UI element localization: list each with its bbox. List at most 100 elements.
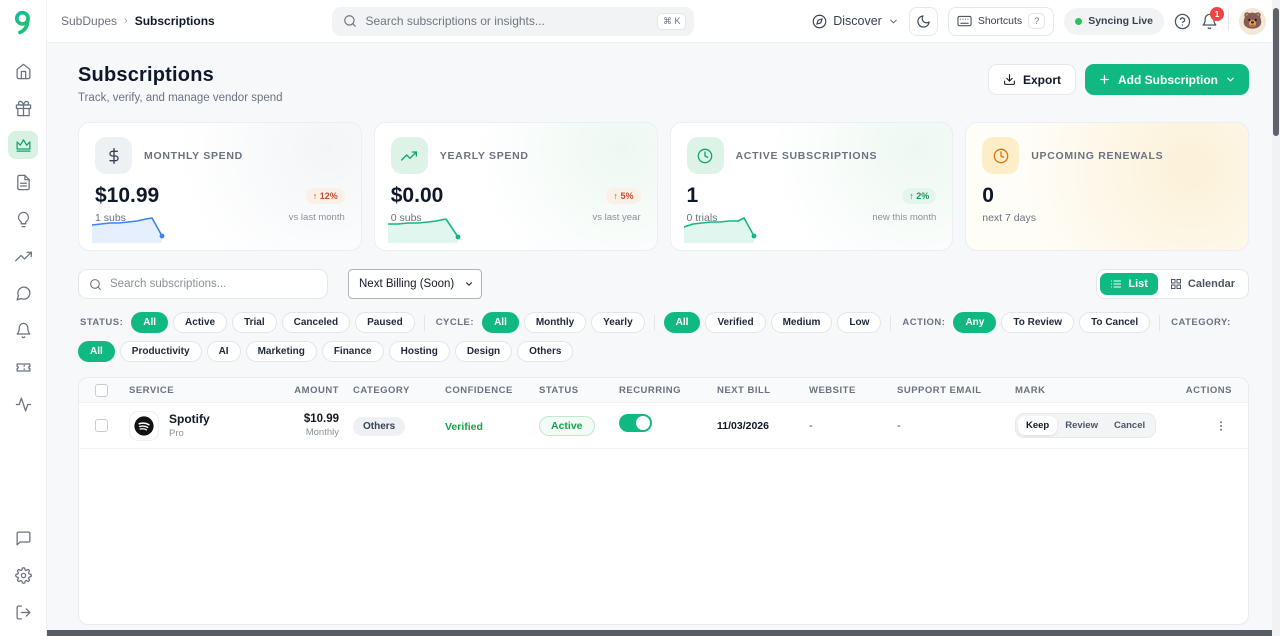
mark-cancel-button[interactable]: Cancel (1106, 416, 1153, 435)
lightbulb-icon[interactable] (8, 205, 38, 233)
column-service[interactable]: SERVICE (129, 385, 277, 396)
filter-group-divider (654, 315, 655, 331)
mark-keep-button[interactable]: Keep (1018, 416, 1057, 435)
logout-icon[interactable] (8, 598, 38, 626)
column-status[interactable]: STATUS (539, 385, 619, 396)
sort-select[interactable]: Next Billing (Soon) (348, 269, 482, 299)
gift-icon[interactable] (8, 94, 38, 122)
activity-icon[interactable] (8, 390, 38, 418)
breadcrumb-separator: › (124, 15, 128, 27)
help-button[interactable] (1174, 13, 1191, 30)
dark-mode-toggle[interactable] (909, 7, 938, 36)
row-cycle: Monthly (277, 427, 339, 438)
plus-icon (1098, 73, 1111, 86)
column-next-bill[interactable]: NEXT BILL (717, 385, 809, 396)
breadcrumb-app[interactable]: SubDupes (61, 14, 117, 28)
filter-chip-all[interactable]: All (664, 312, 701, 333)
filter-chip-monthly[interactable]: Monthly (524, 312, 586, 333)
trending-up-icon[interactable] (8, 242, 38, 270)
clock-icon (687, 137, 724, 174)
select-all-checkbox[interactable] (95, 384, 108, 397)
view-list-button[interactable]: List (1100, 273, 1158, 295)
view-list-label: List (1128, 278, 1148, 290)
export-button[interactable]: Export (988, 64, 1076, 95)
column-support-email[interactable]: SUPPORT EMAIL (897, 385, 1015, 396)
row-checkbox[interactable] (95, 419, 108, 432)
filter-chip-to-cancel[interactable]: To Cancel (1079, 312, 1150, 333)
filter-chip-paused[interactable]: Paused (355, 312, 415, 333)
settings-icon[interactable] (8, 561, 38, 589)
filter-chip-canceled[interactable]: Canceled (282, 312, 350, 333)
global-search[interactable]: ⌘ K (332, 7, 694, 36)
page-subtitle: Track, verify, and manage vendor spend (78, 92, 283, 104)
filter-chip-low[interactable]: Low (837, 312, 881, 333)
filter-chip-all[interactable]: All (131, 312, 168, 333)
mark-review-button[interactable]: Review (1057, 416, 1106, 435)
row-category-badge[interactable]: Others (353, 417, 405, 436)
stat-card-yearly-spend: YEARLY SPEND $0.00 ↑ 5% 0 subs vs last y… (374, 122, 658, 251)
feedback-icon[interactable] (8, 524, 38, 552)
column-amount[interactable]: AMOUNT (277, 385, 339, 396)
bell-icon[interactable] (8, 316, 38, 344)
ticket-icon[interactable] (8, 353, 38, 381)
subscription-search[interactable] (78, 269, 328, 299)
stat-label: YEARLY SPEND (440, 150, 529, 162)
search-shortcut-badge: ⌘ K (657, 13, 687, 30)
stat-change-badge: ↑ 5% (606, 188, 640, 204)
keyboard-icon (957, 15, 972, 27)
row-support-email: - (897, 420, 1015, 432)
discover-button[interactable]: Discover (812, 14, 899, 29)
service-name[interactable]: Spotify (169, 412, 210, 426)
filter-chip-hosting[interactable]: Hosting (389, 341, 450, 362)
column-category[interactable]: CATEGORY (339, 385, 431, 396)
subscription-search-input[interactable] (110, 278, 317, 290)
column-actions[interactable]: ACTIONS (1185, 385, 1232, 396)
global-search-input[interactable] (365, 14, 648, 28)
dollar-icon (95, 137, 132, 174)
row-more-actions-button[interactable] (1185, 419, 1232, 433)
user-avatar[interactable]: 🐻 (1239, 8, 1266, 35)
filter-chip-trial[interactable]: Trial (232, 312, 277, 333)
filter-group-divider (424, 315, 425, 331)
filter-chip-any[interactable]: Any (953, 312, 996, 333)
column-mark[interactable]: MARK (1015, 385, 1185, 396)
filter-chip-productivity[interactable]: Productivity (120, 341, 202, 362)
vertical-scrollbar-thumb[interactable] (1273, 8, 1279, 136)
recurring-toggle[interactable] (619, 414, 652, 432)
filter-chip-ai[interactable]: AI (207, 341, 241, 362)
column-recurring[interactable]: RECURRING (619, 385, 717, 396)
home-icon[interactable] (8, 57, 38, 85)
filter-chip-verified[interactable]: Verified (705, 312, 765, 333)
crown-icon[interactable] (8, 131, 38, 159)
moon-icon (916, 14, 931, 29)
filter-chip-medium[interactable]: Medium (771, 312, 833, 333)
filter-chip-all[interactable]: All (482, 312, 519, 333)
filter-chip-finance[interactable]: Finance (322, 341, 384, 362)
view-calendar-button[interactable]: Calendar (1160, 273, 1245, 295)
filter-chip-yearly[interactable]: Yearly (591, 312, 644, 333)
filter-chip-all[interactable]: All (78, 341, 115, 362)
document-icon[interactable] (8, 168, 38, 196)
column-website[interactable]: WEBSITE (809, 385, 897, 396)
discover-label: Discover (833, 14, 882, 28)
filter-chip-active[interactable]: Active (173, 312, 227, 333)
spotify-logo-icon (129, 411, 159, 441)
stat-label: UPCOMING RENEWALS (1031, 150, 1163, 162)
table-row: Spotify Pro $10.99 Monthly Others Verifi… (79, 403, 1248, 449)
filter-chip-design[interactable]: Design (455, 341, 512, 362)
subdupes-logo[interactable] (10, 9, 36, 35)
syncing-dot (1075, 18, 1082, 25)
app-window: SubDupes › Subscriptions ⌘ K Discover (0, 0, 1280, 636)
chat-icon[interactable] (8, 279, 38, 307)
filter-chip-to-review[interactable]: To Review (1001, 312, 1074, 333)
table-header: SERVICE AMOUNT CATEGORY CONFIDENCE STATU… (79, 378, 1248, 403)
notifications-button[interactable]: 1 (1201, 13, 1218, 30)
stat-note: vs last month (289, 212, 345, 224)
filter-chip-marketing[interactable]: Marketing (246, 341, 317, 362)
horizontal-scrollbar-thumb[interactable] (47, 630, 1272, 636)
add-subscription-button[interactable]: Add Subscription (1085, 64, 1249, 95)
column-confidence[interactable]: CONFIDENCE (431, 385, 539, 396)
download-icon (1003, 73, 1016, 86)
filter-chip-others[interactable]: Others (517, 341, 573, 362)
shortcuts-button[interactable]: Shortcuts ? (948, 7, 1054, 36)
